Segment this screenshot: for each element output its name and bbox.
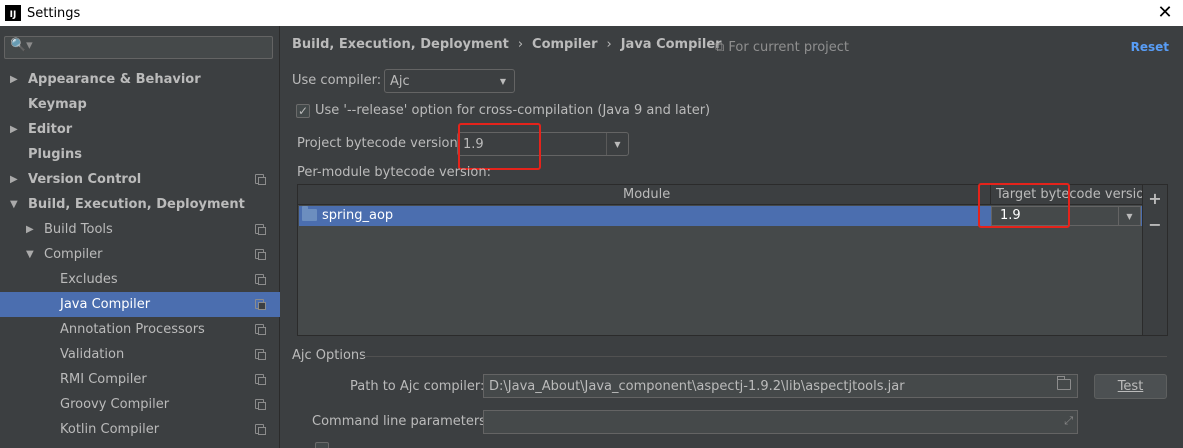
project-scope-icon (255, 424, 266, 435)
path-to-ajc-input[interactable]: D:\Java_About\Java_component\aspectj-1.9… (483, 374, 1078, 398)
table-toolbar: + − (1142, 185, 1167, 335)
settings-main-panel: Build, Execution, Deployment › Compiler › Ja… (281, 26, 1183, 448)
sidebar-item-label: Appearance & Behavior (28, 72, 201, 87)
use-compiler-select[interactable]: Ajc ▼ (384, 69, 515, 93)
command-line-label: Command line parameters: (312, 414, 491, 429)
command-line-input[interactable]: ⤢ (483, 410, 1078, 434)
sidebar-item-build-tools[interactable]: ▶ Build Tools (0, 217, 280, 242)
chevron-down-icon: ▼ (10, 199, 18, 210)
project-scope-icon (255, 349, 266, 360)
sidebar-item-java-compiler[interactable]: Java Compiler (0, 292, 280, 317)
highlight-box (978, 183, 1070, 228)
sidebar-item-keymap[interactable]: Keymap (0, 92, 280, 117)
release-option-checkbox[interactable]: ✓ (296, 104, 310, 118)
folder-browse-icon[interactable] (1057, 376, 1071, 390)
sidebar-item-kotlin-compiler[interactable]: Kotlin Compiler (0, 417, 280, 442)
sidebar-item-validation[interactable]: Validation (0, 342, 280, 367)
sidebar-item-label: Validation (60, 347, 125, 362)
chevron-down-icon: ▼ (26, 249, 34, 260)
project-scope-icon (255, 374, 266, 385)
sidebar-item-plugins[interactable]: Plugins (0, 142, 280, 167)
project-scope-icon (255, 224, 266, 235)
breadcrumb-separator: › (606, 37, 612, 52)
sidebar-item-label: Build, Execution, Deployment (28, 197, 245, 212)
breadcrumb-separator: › (517, 37, 524, 52)
chevron-right-icon: ▶ (10, 74, 18, 85)
sidebar-item-groovy-compiler[interactable]: Groovy Compiler (0, 392, 280, 417)
project-scope-icon (255, 399, 266, 410)
sidebar-item-rmi-compiler[interactable]: RMI Compiler (0, 367, 280, 392)
sidebar-item-appearance-behavior[interactable]: ▶ Appearance & Behavior (0, 67, 280, 92)
sidebar-item-excludes[interactable]: Excludes (0, 267, 280, 292)
settings-search-input[interactable]: 🔍▾ (4, 36, 273, 59)
project-scope-icon (255, 174, 266, 185)
sidebar-item-label: Annotation Processors (60, 322, 205, 337)
partial-checkbox[interactable] (315, 442, 329, 448)
sidebar-item-label: Editor (28, 122, 73, 137)
expand-icon[interactable]: ⤢ (1064, 414, 1073, 428)
sidebar-item-label: Plugins (28, 147, 82, 162)
chevron-down-icon: ▼ (499, 76, 507, 86)
intellij-app-icon: IJ (5, 5, 21, 21)
breadcrumb-item[interactable]: Compiler (532, 37, 597, 52)
module-folder-icon (302, 206, 317, 221)
project-bytecode-label: Project bytecode version: (297, 136, 463, 151)
chevron-right-icon: ▶ (10, 174, 18, 185)
sidebar-item-editor[interactable]: ▶ Editor (0, 117, 280, 142)
use-compiler-label: Use compiler: (292, 73, 382, 88)
sidebar-item-label: Excludes (60, 272, 118, 287)
sidebar-item-label: Groovy Compiler (60, 397, 170, 412)
project-scope-icon (255, 274, 266, 285)
path-to-ajc-value: D:\Java_About\Java_component\aspectj-1.9… (489, 378, 905, 394)
scope-label: ⧉ For current project (715, 40, 850, 55)
sidebar-item-label: Keymap (28, 97, 87, 112)
breadcrumb-item[interactable]: Build, Execution, Deployment (292, 37, 509, 52)
module-name: spring_aop (322, 208, 394, 223)
sidebar-item-label: Java Compiler (60, 297, 151, 312)
test-button-label: Test (1117, 379, 1144, 394)
ajc-options-title: Ajc Options (292, 348, 366, 363)
sidebar-item-label: Version Control (28, 172, 142, 187)
sidebar-item-label: Kotlin Compiler (60, 422, 160, 437)
column-header-module[interactable]: Module (623, 187, 670, 202)
sidebar-item-label: Compiler (44, 247, 103, 262)
project-scope-icon (255, 249, 266, 260)
project-scope-icon (255, 299, 266, 310)
sidebar-item-annotation-processors[interactable]: Annotation Processors (0, 317, 280, 342)
project-scope-icon (255, 324, 266, 335)
settings-sidebar: 🔍▾ ▶ Appearance & Behavior Keymap ▶ Edit… (0, 26, 280, 448)
sidebar-item-version-control[interactable]: ▶ Version Control (0, 167, 280, 192)
path-to-ajc-label: Path to Ajc compiler: (350, 379, 485, 394)
window-title: Settings (27, 5, 81, 21)
remove-icon[interactable]: − (1148, 215, 1162, 234)
settings-tree: ▶ Appearance & Behavior Keymap ▶ Editor … (0, 67, 280, 442)
breadcrumb-item: Java Compiler (620, 37, 722, 52)
use-compiler-value: Ajc (390, 73, 410, 89)
reset-link[interactable]: Reset (1131, 40, 1169, 54)
test-button[interactable]: Test (1094, 374, 1167, 399)
sidebar-item-build-execution-deployment[interactable]: ▼ Build, Execution, Deployment (0, 192, 280, 217)
chevron-down-icon: ▼ (606, 133, 628, 155)
search-icon: 🔍▾ (10, 38, 33, 53)
close-icon[interactable]: ✕ (1155, 2, 1175, 23)
chevron-right-icon: ▶ (10, 124, 18, 135)
section-divider (363, 356, 1167, 357)
sidebar-item-label: RMI Compiler (60, 372, 147, 387)
release-option-label: Use '--release' option for cross-compila… (315, 103, 711, 118)
per-module-label: Per-module bytecode version: (297, 165, 491, 180)
chevron-right-icon: ▶ (26, 224, 34, 235)
breadcrumb: Build, Execution, Deployment › Compiler › Ja… (292, 37, 722, 52)
highlight-box (458, 123, 541, 170)
sidebar-item-label: Build Tools (44, 222, 113, 237)
window-titlebar: IJ Settings ✕ (0, 0, 1183, 26)
add-icon[interactable]: + (1148, 189, 1162, 208)
sidebar-item-compiler[interactable]: ▼ Compiler (0, 242, 280, 267)
chevron-down-icon: ▼ (1118, 207, 1140, 225)
